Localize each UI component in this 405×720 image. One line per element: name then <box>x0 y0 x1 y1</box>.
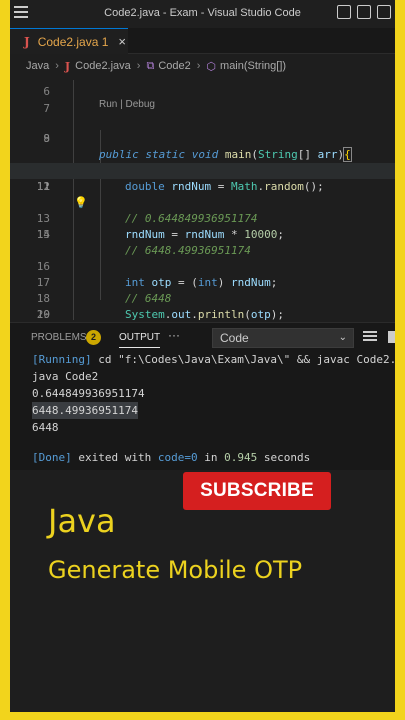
tab-code2-java[interactable]: J Code2.java 1 × <box>10 28 128 54</box>
output-panel: PROBLEMS 2 OUTPUT ··· Code ⌄ [Running] c… <box>10 322 395 470</box>
output-text: seconds <box>257 451 311 464</box>
code-line: 19 } <box>10 291 395 340</box>
lock-scroll-icon[interactable] <box>388 331 395 343</box>
line-number: 20 <box>36 308 50 321</box>
output-line: java Code2 <box>32 370 99 383</box>
class-icon: ⧉ <box>146 59 155 72</box>
tab-problems[interactable]: PROBLEMS <box>31 332 87 343</box>
java-file-icon: J <box>64 59 71 73</box>
layout-secondary-icon[interactable] <box>377 5 391 19</box>
line-number: 12 <box>36 180 50 193</box>
chevron-right-icon: › <box>55 60 59 72</box>
layout-panel-icon[interactable] <box>357 5 371 19</box>
output-tag: [Running] <box>32 353 92 366</box>
close-icon[interactable]: × <box>118 34 126 49</box>
code-line: 20 <box>10 307 395 323</box>
chevron-right-icon: › <box>136 60 141 72</box>
clear-output-icon[interactable] <box>363 331 377 343</box>
output-time: 0.945 <box>224 451 258 464</box>
editor-tab-bar: J Code2.java 1 × <box>10 28 395 54</box>
subscribe-button[interactable]: SUBSCRIBE <box>183 472 331 510</box>
code-line: 12 <box>10 179 395 195</box>
method-icon: ⬡ <box>206 60 217 73</box>
output-code: code=0 <box>157 451 198 464</box>
output-tag: [Done] <box>32 451 72 464</box>
line-number: 9 <box>43 132 50 145</box>
promo-title: Java <box>48 502 116 540</box>
output-channel-select[interactable]: Code ⌄ <box>212 328 354 348</box>
breadcrumb-folder[interactable]: Java <box>26 60 49 72</box>
output-channel-value: Code <box>220 331 249 345</box>
breadcrumb-file[interactable]: Code2.java <box>75 60 131 72</box>
tab-label: Code2.java 1 <box>37 34 109 49</box>
code-line: 7 <box>10 85 395 115</box>
code-line: 9 <box>10 131 395 147</box>
output-text: in <box>197 451 225 464</box>
output-text: cd "f:\Codes\Java\Exam\Java\" && javac C… <box>91 353 395 366</box>
code-line: 16 int otp = (int) rndNum; <box>10 243 395 289</box>
promo-subtitle: Generate Mobile OTP <box>48 556 303 584</box>
chevron-right-icon: › <box>196 60 201 72</box>
output-line: 6448 <box>32 421 59 434</box>
code-line: 8 public static void main(String[] arr){ <box>10 115 395 162</box>
more-icon[interactable]: ··· <box>168 328 180 342</box>
title-bar: Code2.java - Exam - Visual Studio Code <box>10 0 395 28</box>
code-line: 18 System.out.println(otp); <box>10 275 395 321</box>
code-line: 13 rndNum = rndNum * 10000; <box>10 195 395 241</box>
chevron-down-icon: ⌄ <box>338 332 347 343</box>
code-editor[interactable]: 6 7 Run | Debug 8 public static void mai… <box>10 80 395 340</box>
code-line: 10 double rndNum = Math.random(); <box>10 147 395 193</box>
code-line: 15 <box>10 227 395 243</box>
code-line: 14 // 6448.49936951174 <box>10 211 395 257</box>
java-file-icon: J <box>24 34 30 49</box>
output-line: 0.644849936951174 <box>32 387 145 400</box>
breadcrumb: Java › J Code2.java › ⧉ Code2 › ⬡ main(S… <box>10 56 395 76</box>
codelens-run-debug[interactable]: Run | Debug <box>99 99 155 110</box>
code-line-current: 11 💡 // 0.644849936951174 <box>10 163 395 225</box>
code-line: 17 // 6448 <box>10 259 395 305</box>
layout-sidebar-icon[interactable] <box>337 5 351 19</box>
output-line-selected: 6448.49936951174 <box>32 402 138 419</box>
panel-tab-bar: PROBLEMS 2 OUTPUT ··· Code ⌄ <box>10 323 395 351</box>
output-text: exited with <box>71 451 158 464</box>
app-frame: Code2.java - Exam - Visual Studio Code J… <box>10 0 395 712</box>
problems-count-badge: 2 <box>86 330 101 345</box>
promo-banner: SUBSCRIBE Java Generate Mobile OTP <box>10 470 395 712</box>
breadcrumb-method[interactable]: main(String[]) <box>220 60 286 72</box>
output-line: [Running] cd "f:\Codes\Java\Exam\Java\" … <box>32 351 395 368</box>
breadcrumb-class[interactable]: Code2 <box>158 60 190 72</box>
output-line: [Done] exited with code=0 in 0.945 secon… <box>32 449 310 466</box>
line-number: 15 <box>36 228 50 241</box>
tab-output[interactable]: OUTPUT <box>119 332 161 348</box>
